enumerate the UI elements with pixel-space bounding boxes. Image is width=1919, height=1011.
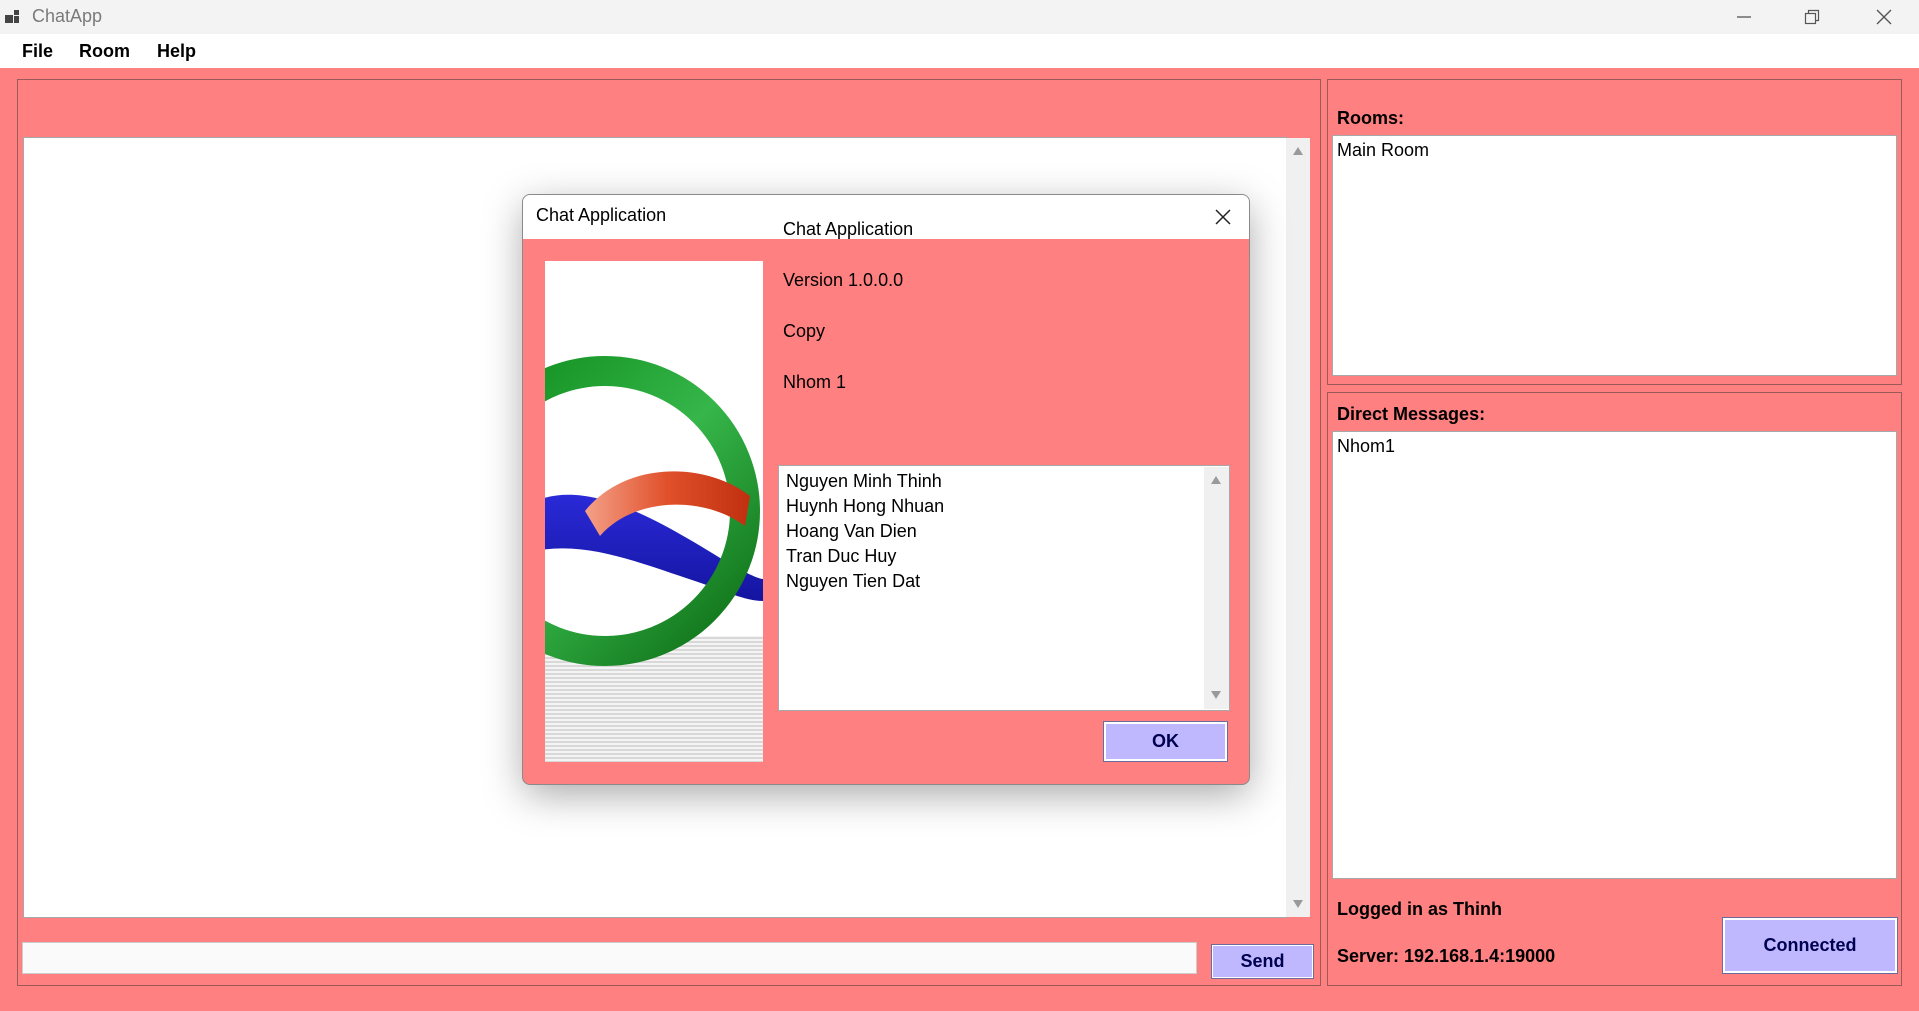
window-title: ChatApp: [32, 6, 103, 26]
credits-list[interactable]: Nguyen Minh Thinh Huynh Hong Nhuan Hoang…: [778, 465, 1230, 711]
menu-file[interactable]: File: [22, 41, 53, 62]
restore-button[interactable]: [1778, 0, 1846, 34]
send-button[interactable]: Send: [1211, 944, 1314, 979]
about-dialog: Chat Application Chat Application Versio…: [522, 194, 1250, 785]
connect-button[interactable]: Connected: [1722, 917, 1898, 974]
menu-room[interactable]: Room: [79, 41, 130, 62]
title-bar: [0, 0, 1919, 34]
ok-button[interactable]: OK: [1103, 721, 1228, 762]
scroll-up-icon[interactable]: [1292, 146, 1304, 156]
rooms-title: Rooms:: [1337, 108, 1404, 128]
minimize-button[interactable]: [1710, 0, 1778, 34]
credit-item: Hoang Van Dien: [786, 521, 917, 541]
company-label: Nhom 1: [783, 372, 847, 392]
server-label: Server: 192.168.1.4:19000: [1337, 946, 1556, 966]
credit-item: Tran Duc Huy: [786, 546, 897, 566]
logo-image: [545, 261, 763, 762]
room-item[interactable]: Main Room: [1337, 140, 1892, 161]
copyright-label: Copy: [783, 321, 826, 341]
credit-item: Huynh Hong Nhuan: [786, 496, 945, 516]
menu-bar: [0, 34, 1919, 68]
direct-messages-list[interactable]: Nhom1: [1332, 431, 1897, 879]
version-label: Version 1.0.0.0: [783, 270, 904, 290]
chat-scrollbar[interactable]: [1286, 138, 1310, 917]
credit-item: Nguyen Minh Thinh: [786, 471, 942, 491]
direct-messages-title: Direct Messages:: [1337, 404, 1486, 424]
dialog-close-button[interactable]: [1203, 201, 1243, 233]
close-window-button[interactable]: [1850, 0, 1918, 34]
message-input[interactable]: [22, 942, 1197, 974]
logged-in-label: Logged in as Thinh: [1337, 899, 1502, 919]
dm-item[interactable]: Nhom1: [1337, 436, 1892, 457]
credits-scrollbar[interactable]: [1204, 467, 1229, 709]
product-name: Chat Application: [783, 219, 914, 239]
scroll-up-icon[interactable]: [1210, 475, 1222, 485]
app-windows-icon: [4, 8, 23, 27]
dialog-title: Chat Application: [536, 205, 667, 225]
rooms-list[interactable]: Main Room: [1332, 135, 1897, 376]
close-icon: [1876, 9, 1892, 25]
scroll-down-icon[interactable]: [1210, 690, 1222, 700]
credit-item: Nguyen Tien Dat: [786, 571, 921, 591]
minimize-icon: [1737, 16, 1751, 18]
restore-icon: [1804, 9, 1820, 25]
scroll-down-icon[interactable]: [1292, 899, 1304, 909]
close-icon: [1215, 209, 1231, 225]
menu-help[interactable]: Help: [157, 41, 196, 62]
